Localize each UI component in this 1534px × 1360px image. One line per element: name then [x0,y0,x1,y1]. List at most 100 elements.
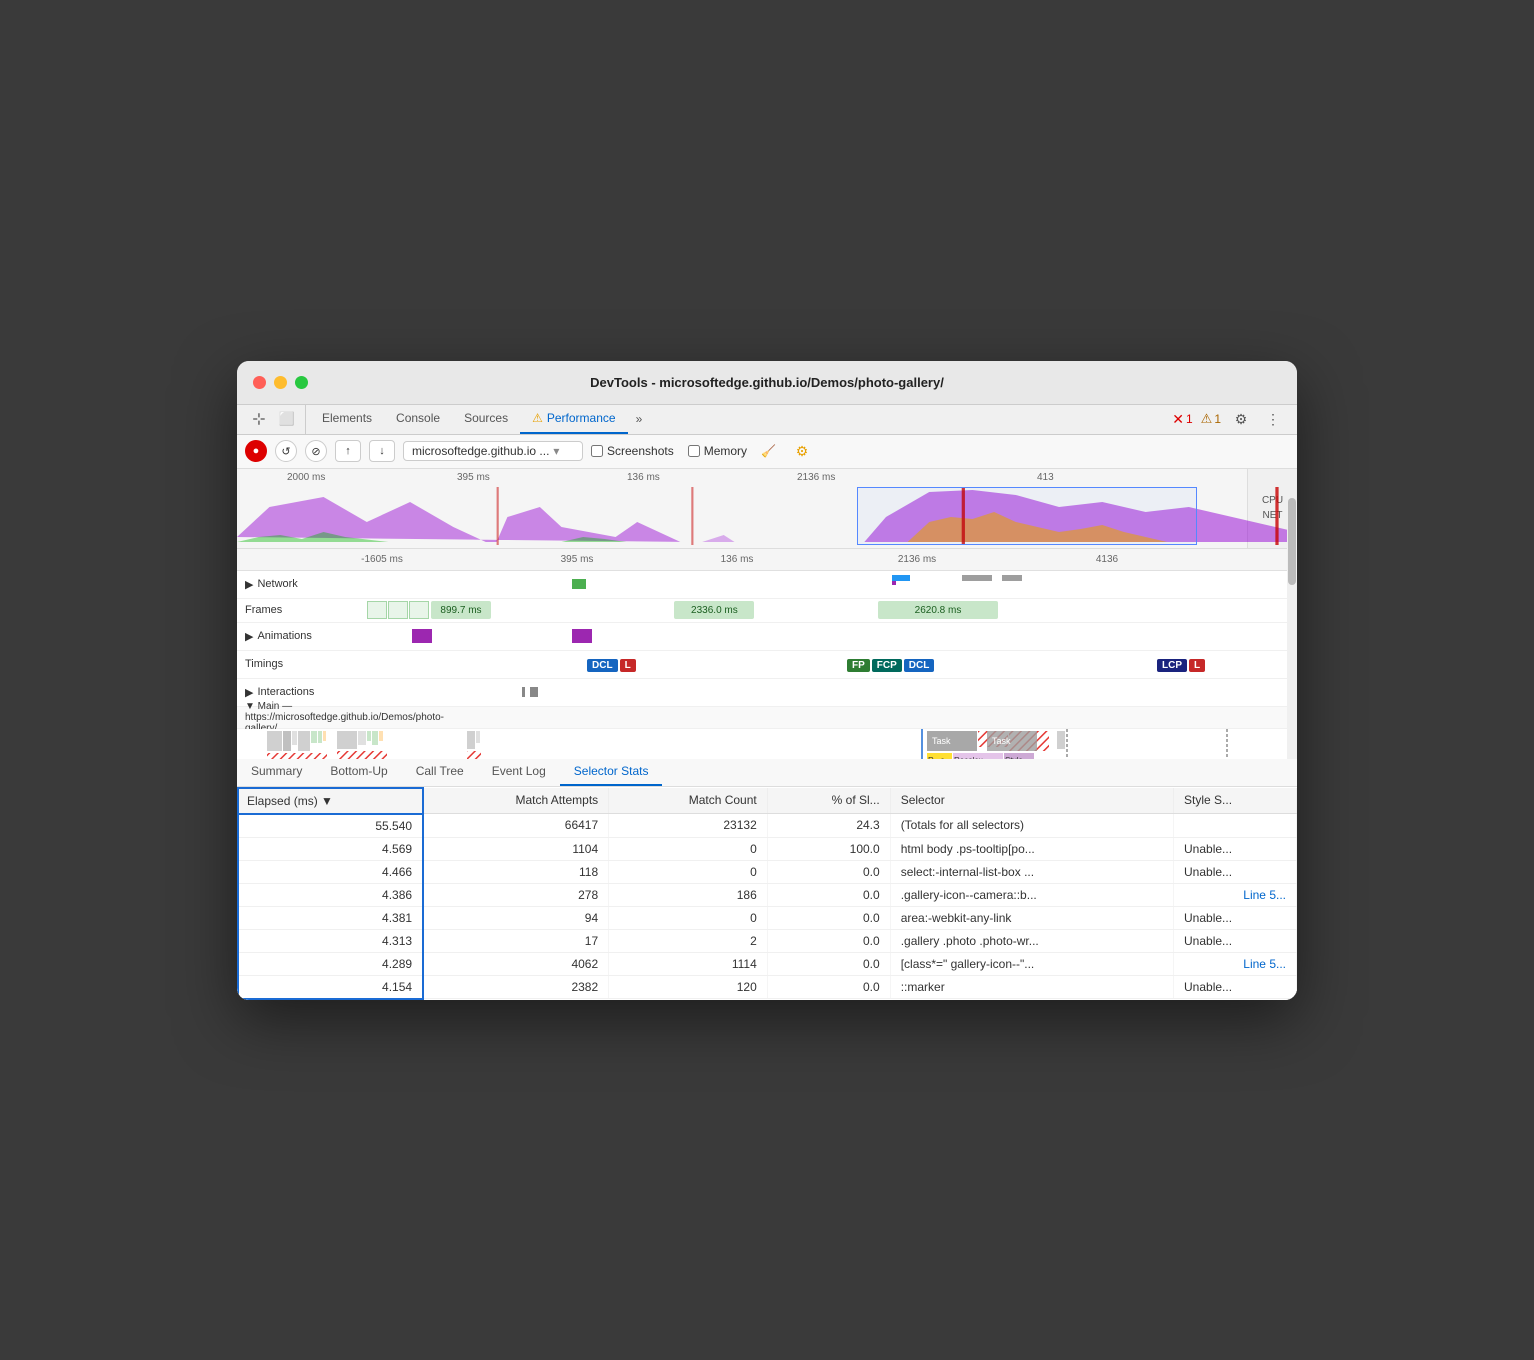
timing-lcp: LCPL [1157,657,1207,672]
cell-percent: 100.0 [767,837,890,860]
row-content-interactions [367,679,1297,706]
time-label-2: 136 ms [721,554,754,565]
col-elapsed[interactable]: Elapsed (ms) ▼ [238,788,423,814]
minimize-button[interactable] [274,376,287,389]
frame-duration-1: 899.7 ms [431,601,491,619]
tab-bottomup[interactable]: Bottom-Up [316,759,401,786]
svg-text:Task: Task [992,736,1011,746]
cell-count: 2 [609,929,768,952]
upload-button[interactable]: ↑ [335,440,361,462]
maximize-button[interactable] [295,376,308,389]
refresh-record-button[interactable]: ↺ [275,440,297,462]
row-label-interactions[interactable]: ▶ Interactions [237,686,367,699]
time-label-4: 4136 [1096,554,1118,565]
time-top-4: 413 [1037,472,1054,483]
table-row: 4.466 118 0 0.0 select:-internal-list-bo… [238,860,1297,883]
cell-selector: [class*=" gallery-icon--"... [890,952,1173,975]
settings-icon[interactable]: ⚙ [1229,407,1253,431]
timeline-overview[interactable]: CPU NET 2000 ms 395 ms 136 ms 2136 ms 41… [237,469,1297,549]
close-button[interactable] [253,376,266,389]
time-label-3: 2136 ms [898,554,936,565]
cell-style: Unable... [1174,906,1297,929]
row-label-timings: Timings [237,658,367,670]
cell-selector: ::marker [890,975,1173,999]
cell-style: Unable... [1174,860,1297,883]
tab-elements[interactable]: Elements [310,405,384,434]
tab-more[interactable]: » [628,405,651,434]
tab-actions: ✕ 1 ⚠ 1 ⚙ ⋮ [1164,405,1293,434]
tab-console[interactable]: Console [384,405,452,434]
col-style[interactable]: Style S... [1174,788,1297,814]
cell-attempts: 94 [423,906,609,929]
device-icon[interactable]: ⬜ [275,407,299,431]
cell-style[interactable]: Line 5... [1174,952,1297,975]
cell-elapsed: 4.313 [238,929,423,952]
cell-count: 23132 [609,814,768,838]
cell-selector: .gallery-icon--camera::b... [890,883,1173,906]
cell-percent: 0.0 [767,883,890,906]
time-label-1: 395 ms [561,554,594,565]
memory-option[interactable]: Memory [688,444,747,458]
window-title: DevTools - microsoftedge.github.io/Demos… [590,375,944,390]
tab-performance[interactable]: ⚠ Performance [520,405,627,434]
table-row: 55.540 66417 23132 24.3 (Totals for all … [238,814,1297,838]
tab-summary[interactable]: Summary [237,759,316,786]
row-label-network[interactable]: ▶ Network [237,578,367,591]
row-frames: Frames 899.7 ms 2336.0 ms 2620.8 ms [237,599,1297,623]
cell-percent: 0.0 [767,952,890,975]
cell-elapsed: 55.540 [238,814,423,838]
download-button[interactable]: ↓ [369,440,395,462]
perf-warning-icon: ⚠ [532,411,543,425]
frame-block-3 [409,601,429,619]
clear-button[interactable]: ⊘ [305,440,327,462]
row-main: ▼ Main — https://microsoftedge.github.io… [237,707,1297,729]
tab-bar: ⊹ ⬜ Elements Console Sources ⚠ Performan… [237,405,1297,435]
cell-style: Unable... [1174,837,1297,860]
record-button[interactable]: ● [245,440,267,462]
perf-settings-icon[interactable]: ⚙ [790,439,814,463]
memory-checkbox[interactable] [688,445,700,457]
row-label-animations[interactable]: ▶ Animations [237,630,367,643]
cell-elapsed: 4.569 [238,837,423,860]
sweep-icon[interactable]: 🧹 [761,444,776,458]
cell-selector: html body .ps-tooltip[po... [890,837,1173,860]
tab-sources[interactable]: Sources [452,405,520,434]
cell-attempts: 278 [423,883,609,906]
timing-fp: FPFCPDCL [847,657,936,672]
tab-selectorstats[interactable]: Selector Stats [560,759,663,786]
warn-icon: ⚠ [1201,411,1213,427]
time-top-2: 136 ms [627,472,660,483]
table-row: 4.569 1104 0 100.0 html body .ps-tooltip… [238,837,1297,860]
time-top-3: 2136 ms [797,472,835,483]
cell-count: 186 [609,883,768,906]
time-top-1: 395 ms [457,472,490,483]
time-top-0: 2000 ms [287,472,325,483]
row-content-frames: 899.7 ms 2336.0 ms 2620.8 ms [367,599,1297,622]
timeline-scrollbar[interactable] [1287,469,1297,759]
col-selector[interactable]: Selector [890,788,1173,814]
tab-eventlog[interactable]: Event Log [478,759,560,786]
table-row: 4.381 94 0 0.0 area:-webkit-any-link Una… [238,906,1297,929]
frame-duration-2: 2336.0 ms [674,601,754,619]
cell-count: 0 [609,860,768,883]
scrollbar-thumb[interactable] [1288,498,1296,585]
cell-style[interactable]: Line 5... [1174,883,1297,906]
col-attempts[interactable]: Match Attempts [423,788,609,814]
col-percent[interactable]: % of Sl... [767,788,890,814]
col-count[interactable]: Match Count [609,788,768,814]
table-row: 4.154 2382 120 0.0 ::marker Unable... [238,975,1297,999]
window-controls[interactable] [253,376,308,389]
screenshots-checkbox[interactable] [591,445,603,457]
url-dropdown-icon[interactable]: ▾ [553,444,559,458]
screenshots-option[interactable]: Screenshots [591,444,674,458]
row-interactions: ▶ Interactions [237,679,1297,707]
more-icon[interactable]: ⋮ [1261,407,1285,431]
row-content-network [367,571,1297,598]
inspect-icon[interactable]: ⊹ [247,407,271,431]
url-display: microsoftedge.github.io ... ▾ [403,441,583,461]
frame-block-1 [367,601,387,619]
cell-percent: 0.0 [767,975,890,999]
cell-style [1174,814,1297,838]
cell-style: Unable... [1174,929,1297,952]
tab-calltree[interactable]: Call Tree [402,759,478,786]
